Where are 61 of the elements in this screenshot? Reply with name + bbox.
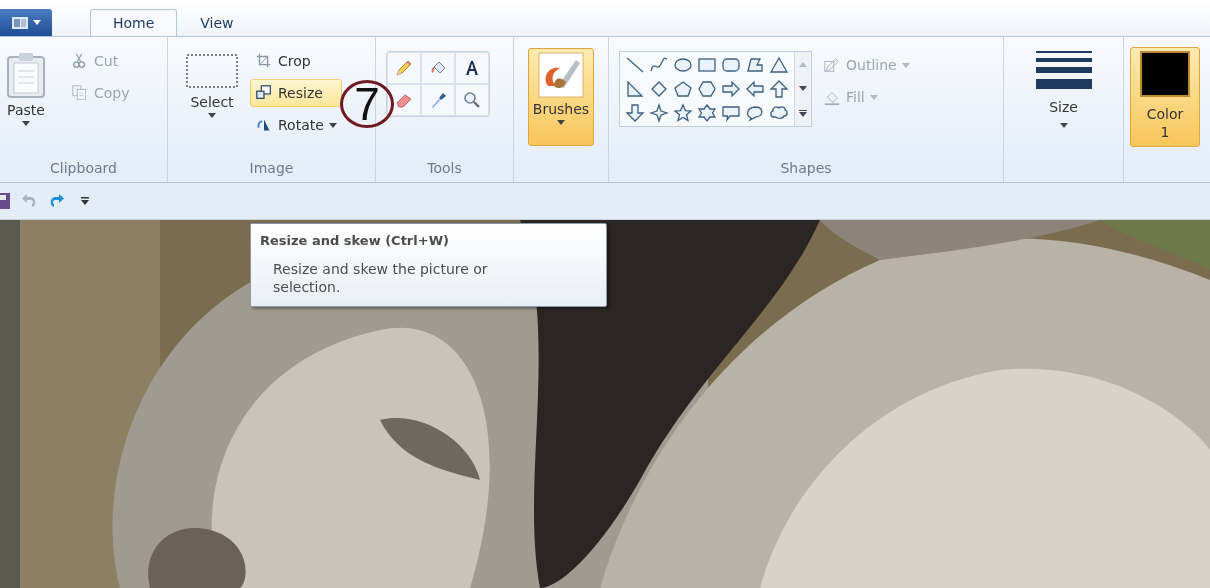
pencil-icon[interactable] bbox=[394, 58, 414, 78]
left-arrow-icon[interactable] bbox=[745, 79, 765, 99]
pencil-icon bbox=[823, 56, 841, 74]
step-number: 7 bbox=[340, 80, 394, 128]
color-1-button[interactable]: Color 1 bbox=[1130, 47, 1200, 147]
triangle-icon[interactable] bbox=[769, 55, 789, 75]
caret-icon bbox=[208, 113, 216, 118]
caret-icon bbox=[32, 20, 41, 25]
rotate-button[interactable]: Rotate bbox=[250, 111, 342, 139]
paintbrush-icon bbox=[538, 52, 584, 98]
resize-button[interactable]: Resize bbox=[250, 79, 342, 107]
selection-icon bbox=[185, 51, 239, 91]
select-button[interactable]: Select bbox=[180, 47, 244, 145]
oval-speech-bubble-icon[interactable] bbox=[745, 103, 765, 123]
window-icon bbox=[11, 16, 28, 29]
paste-button[interactable]: Paste bbox=[0, 47, 52, 145]
size-button[interactable]: Size bbox=[1030, 47, 1097, 145]
pentagon-icon[interactable] bbox=[673, 79, 693, 99]
scroll-down-icon[interactable] bbox=[799, 85, 807, 91]
five-point-star-icon[interactable] bbox=[673, 103, 693, 123]
line-width-icon bbox=[1035, 51, 1092, 91]
caret-icon bbox=[22, 121, 30, 126]
redo-icon[interactable] bbox=[48, 193, 66, 209]
speech-bubble-icon[interactable] bbox=[721, 103, 741, 123]
expand-gallery-icon[interactable] bbox=[799, 109, 807, 117]
hexagon-icon[interactable] bbox=[697, 79, 717, 99]
save-icon[interactable] bbox=[0, 193, 10, 209]
group-label: Tools bbox=[426, 159, 463, 178]
right-arrow-icon[interactable] bbox=[721, 79, 741, 99]
customize-toolbar-icon[interactable] bbox=[80, 197, 90, 205]
copy-icon bbox=[71, 84, 89, 102]
polygon-icon[interactable] bbox=[745, 55, 765, 75]
magnifier-icon[interactable] bbox=[462, 90, 482, 110]
oval-icon[interactable] bbox=[673, 55, 693, 75]
down-arrow-icon[interactable] bbox=[625, 103, 645, 123]
crop-button[interactable]: Crop bbox=[250, 47, 342, 75]
ribbon-tab[interactable]: Home bbox=[90, 9, 178, 36]
clipboard-icon bbox=[5, 51, 47, 99]
caret-icon bbox=[1059, 123, 1068, 128]
caret-icon bbox=[901, 62, 910, 68]
six-point-star-icon[interactable] bbox=[697, 103, 717, 123]
application-menu-button[interactable] bbox=[0, 9, 52, 36]
tooltip-text: Resize and skew the picture or selection. bbox=[272, 260, 489, 296]
line-icon[interactable] bbox=[625, 55, 645, 75]
resize-icon bbox=[255, 84, 273, 102]
up-arrow-icon[interactable] bbox=[769, 79, 789, 99]
four-point-star-icon[interactable] bbox=[649, 103, 669, 123]
rounded-rectangle-icon[interactable] bbox=[721, 55, 741, 75]
group-label: Clipboard bbox=[49, 159, 118, 178]
caret-icon bbox=[328, 122, 337, 128]
group-label: Image bbox=[248, 159, 295, 178]
right-triangle-icon[interactable] bbox=[625, 79, 645, 99]
group-label: Shapes bbox=[779, 159, 833, 178]
diamond-icon[interactable] bbox=[649, 79, 669, 99]
crop-icon bbox=[255, 52, 273, 70]
caret-icon bbox=[869, 94, 878, 100]
rectangle-icon[interactable] bbox=[697, 55, 717, 75]
caret-icon bbox=[557, 120, 565, 125]
ribbon-tab[interactable]: View bbox=[177, 9, 257, 36]
tooltip-title: Resize and skew (Ctrl+W) bbox=[260, 233, 450, 248]
brushes-button[interactable]: Brushes bbox=[527, 48, 595, 146]
